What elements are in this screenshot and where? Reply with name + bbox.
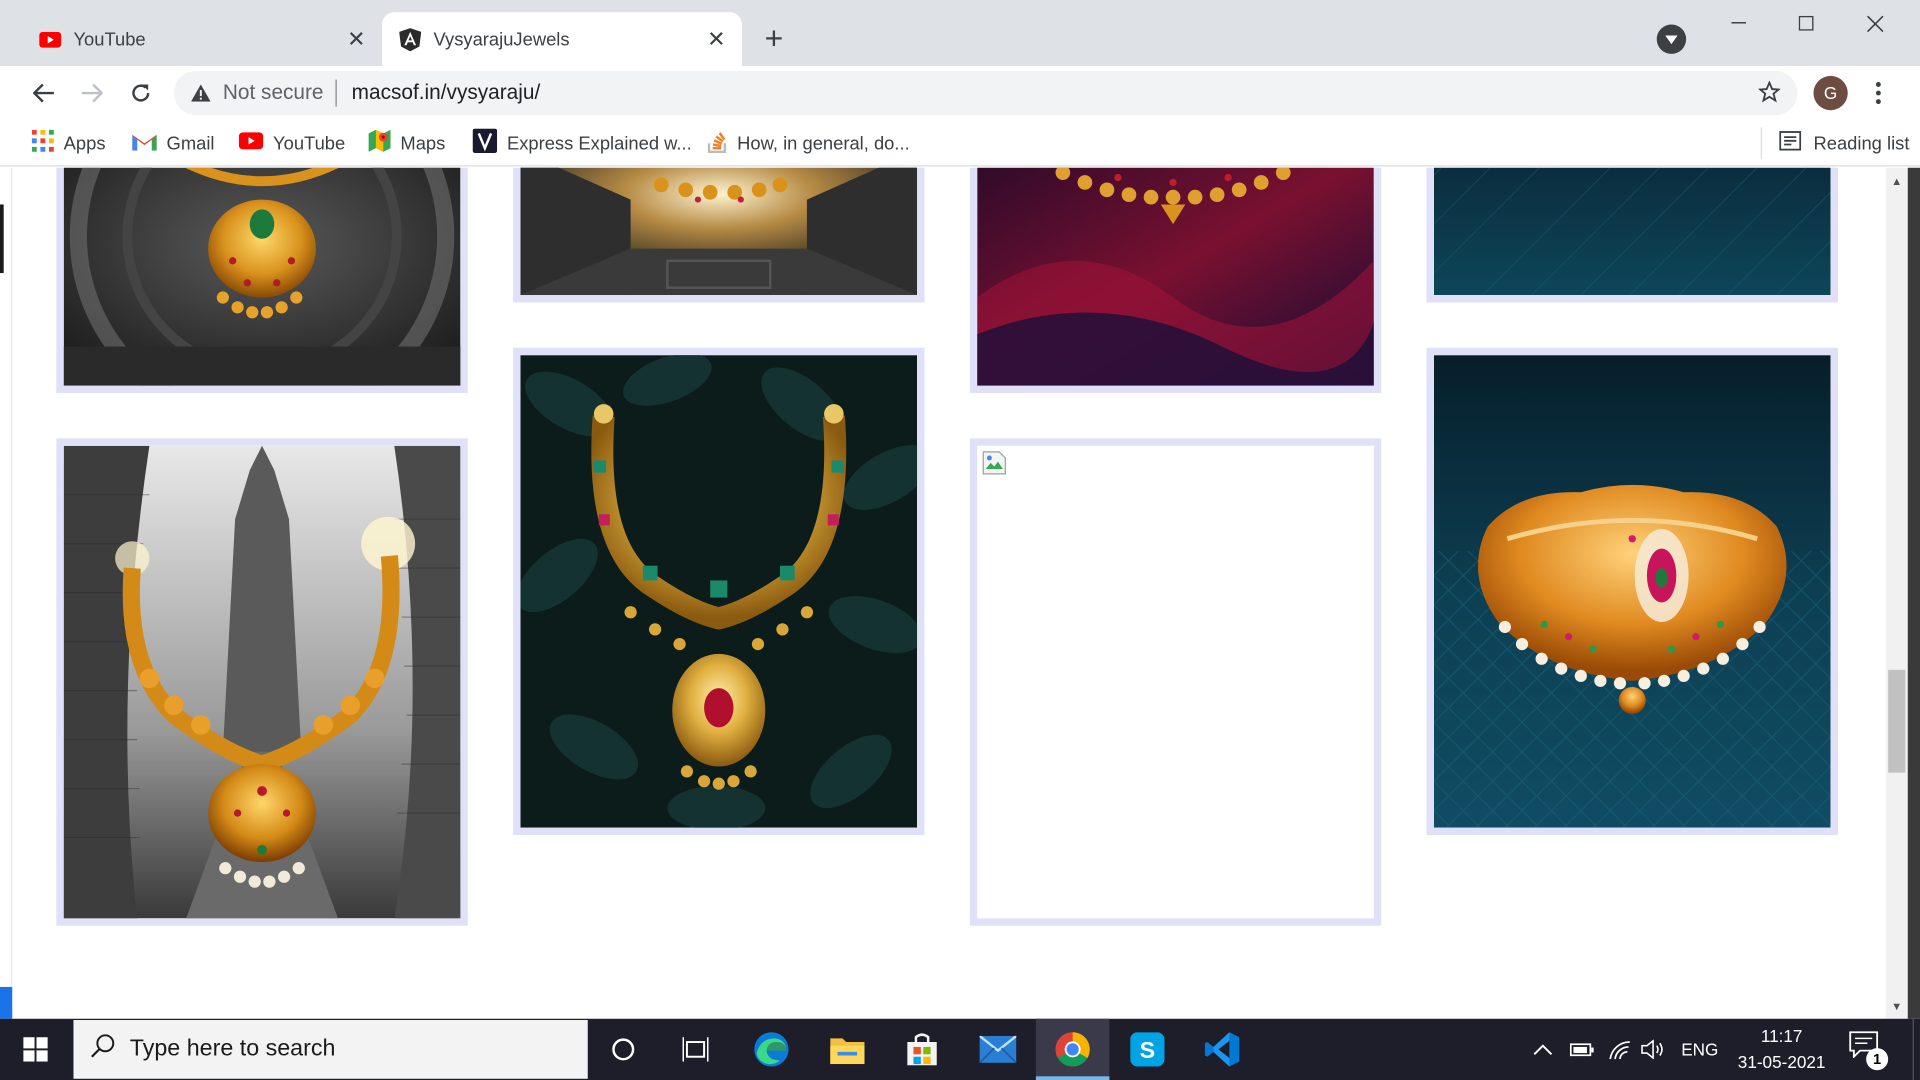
gmail-icon bbox=[132, 132, 157, 155]
necklace-image[interactable] bbox=[63, 445, 461, 919]
bookmark-maps[interactable]: Maps bbox=[368, 127, 446, 159]
task-view-icon[interactable] bbox=[659, 1019, 732, 1080]
background-window-edge bbox=[1907, 167, 1920, 1019]
bookmark-express[interactable]: Express Explained w... bbox=[472, 127, 692, 159]
edge-icon[interactable] bbox=[735, 1019, 808, 1080]
security-label: Not secure bbox=[222, 80, 324, 105]
skype-icon[interactable]: S bbox=[1111, 1019, 1184, 1080]
reading-list-icon bbox=[1779, 131, 1802, 155]
show-hidden-icons-icon[interactable] bbox=[1533, 1019, 1553, 1080]
show-desktop-button[interactable] bbox=[1912, 1018, 1920, 1080]
maps-icon bbox=[368, 129, 391, 157]
battery-icon[interactable] bbox=[1569, 1019, 1594, 1080]
bookmark-label: YouTube bbox=[273, 132, 346, 154]
bookmark-gmail[interactable]: Gmail bbox=[132, 127, 214, 159]
address-bar[interactable]: Not secure macsof.in/vysyaraju/ bbox=[173, 71, 1798, 116]
tab-youtube[interactable]: YouTube ✕ bbox=[22, 12, 382, 66]
reading-list-label: Reading list bbox=[1813, 132, 1910, 154]
back-arrow-icon[interactable] bbox=[24, 73, 63, 112]
bookmark-stackoverflow[interactable]: How, in general, do... bbox=[707, 127, 910, 159]
stackoverflow-icon bbox=[707, 129, 728, 157]
gallery-card[interactable] bbox=[1426, 347, 1838, 836]
tab-vysyarajujewels[interactable]: VysyarajuJewels ✕ bbox=[382, 12, 743, 67]
bookmark-apps[interactable]: Apps bbox=[31, 127, 106, 159]
close-window-icon[interactable] bbox=[1850, 7, 1899, 39]
scroll-up-arrow-icon[interactable]: ▲ bbox=[1891, 175, 1903, 187]
windows-taskbar: Type here to search S ENG 11:17 31-05-20… bbox=[0, 1018, 1920, 1080]
necklace-image[interactable] bbox=[63, 167, 461, 386]
bookmark-label: Maps bbox=[400, 132, 446, 154]
choker-image[interactable] bbox=[1433, 355, 1831, 828]
browser-toolbar: Not secure macsof.in/vysyaraju/ G bbox=[0, 66, 1920, 121]
warning-icon[interactable] bbox=[189, 84, 213, 102]
page-left-edge bbox=[0, 167, 13, 1019]
gallery-card[interactable] bbox=[969, 167, 1382, 394]
gallery-card[interactable] bbox=[56, 167, 468, 394]
search-placeholder: Type here to search bbox=[129, 1035, 336, 1062]
scrollbar-thumb[interactable] bbox=[1888, 669, 1906, 773]
clock-date: 31-05-2021 bbox=[1737, 1051, 1826, 1072]
gallery-card[interactable] bbox=[969, 438, 1382, 926]
taskbar-search-box[interactable]: Type here to search bbox=[73, 1020, 588, 1079]
more-menu-icon[interactable] bbox=[1866, 76, 1890, 110]
tab-title: YouTube bbox=[73, 28, 146, 50]
express-icon bbox=[472, 128, 498, 158]
minimize-icon[interactable] bbox=[1714, 7, 1763, 39]
search-icon bbox=[91, 1033, 115, 1065]
language-indicator[interactable]: ENG bbox=[1681, 1019, 1718, 1080]
new-tab-button[interactable]: + bbox=[757, 22, 791, 56]
angular-icon bbox=[399, 27, 422, 51]
scroll-down-arrow-icon[interactable]: ▼ bbox=[1891, 1000, 1903, 1012]
tab-strip: YouTube ✕ VysyarajuJewels ✕ + bbox=[0, 0, 1920, 67]
vscode-icon[interactable] bbox=[1185, 1019, 1258, 1080]
reload-icon[interactable] bbox=[121, 73, 160, 112]
bookmark-label: Gmail bbox=[166, 132, 215, 154]
apps-grid-icon bbox=[31, 129, 54, 157]
reading-list-button[interactable]: Reading list bbox=[1760, 127, 1910, 160]
tab-search-icon[interactable] bbox=[1656, 24, 1687, 54]
windows-start-icon[interactable] bbox=[0, 1019, 71, 1080]
profile-avatar[interactable]: G bbox=[1813, 75, 1848, 111]
necklace-image[interactable] bbox=[520, 355, 918, 828]
bookmark-label: How, in general, do... bbox=[737, 132, 910, 154]
necklace-image[interactable] bbox=[520, 167, 918, 296]
close-tab-icon[interactable]: ✕ bbox=[343, 26, 370, 53]
necklace-image[interactable] bbox=[977, 167, 1374, 386]
chrome-icon[interactable] bbox=[1035, 1018, 1110, 1080]
mail-icon[interactable] bbox=[961, 1019, 1034, 1080]
gallery-card[interactable] bbox=[1426, 167, 1838, 303]
tab-title: VysyarajuJewels bbox=[433, 28, 570, 50]
notification-count-badge: 1 bbox=[1866, 1048, 1889, 1071]
url-text[interactable]: macsof.in/vysyaraju/ bbox=[352, 81, 541, 105]
bookmarks-bar: Apps Gmail YouTube Maps Express Explaine… bbox=[0, 120, 1920, 167]
bookmark-star-icon[interactable] bbox=[1757, 80, 1781, 109]
page-scrollbar[interactable]: ▲ ▼ bbox=[1885, 167, 1908, 1019]
volume-icon[interactable] bbox=[1641, 1019, 1665, 1080]
youtube-icon bbox=[39, 28, 62, 50]
gallery-card[interactable] bbox=[56, 438, 468, 926]
jewellery-image[interactable] bbox=[1433, 167, 1831, 296]
background-window-strip bbox=[0, 986, 13, 1019]
bookmark-youtube[interactable]: YouTube bbox=[238, 127, 346, 159]
gallery-card[interactable] bbox=[513, 347, 925, 836]
bookmark-label: Express Explained w... bbox=[506, 132, 692, 154]
gallery-card[interactable] bbox=[513, 167, 925, 303]
svg-text:S: S bbox=[1140, 1037, 1156, 1063]
store-icon[interactable] bbox=[885, 1019, 958, 1080]
file-explorer-icon[interactable] bbox=[811, 1019, 884, 1080]
youtube-icon bbox=[238, 132, 264, 154]
wifi-icon[interactable] bbox=[1608, 1019, 1632, 1080]
taskbar-clock[interactable]: 11:17 31-05-2021 bbox=[1729, 1024, 1834, 1078]
maximize-icon[interactable] bbox=[1782, 7, 1831, 39]
jewellery-gallery bbox=[12, 167, 1886, 1019]
broken-image-icon bbox=[982, 451, 1006, 475]
omnibox-divider bbox=[335, 79, 337, 107]
notification-center-icon[interactable]: 1 bbox=[1849, 1031, 1889, 1071]
clock-time: 11:17 bbox=[1760, 1026, 1803, 1046]
cortana-icon[interactable] bbox=[587, 1019, 660, 1080]
forward-arrow-icon[interactable] bbox=[72, 73, 111, 112]
bookmark-label: Apps bbox=[63, 132, 106, 154]
close-tab-icon[interactable]: ✕ bbox=[703, 26, 730, 53]
